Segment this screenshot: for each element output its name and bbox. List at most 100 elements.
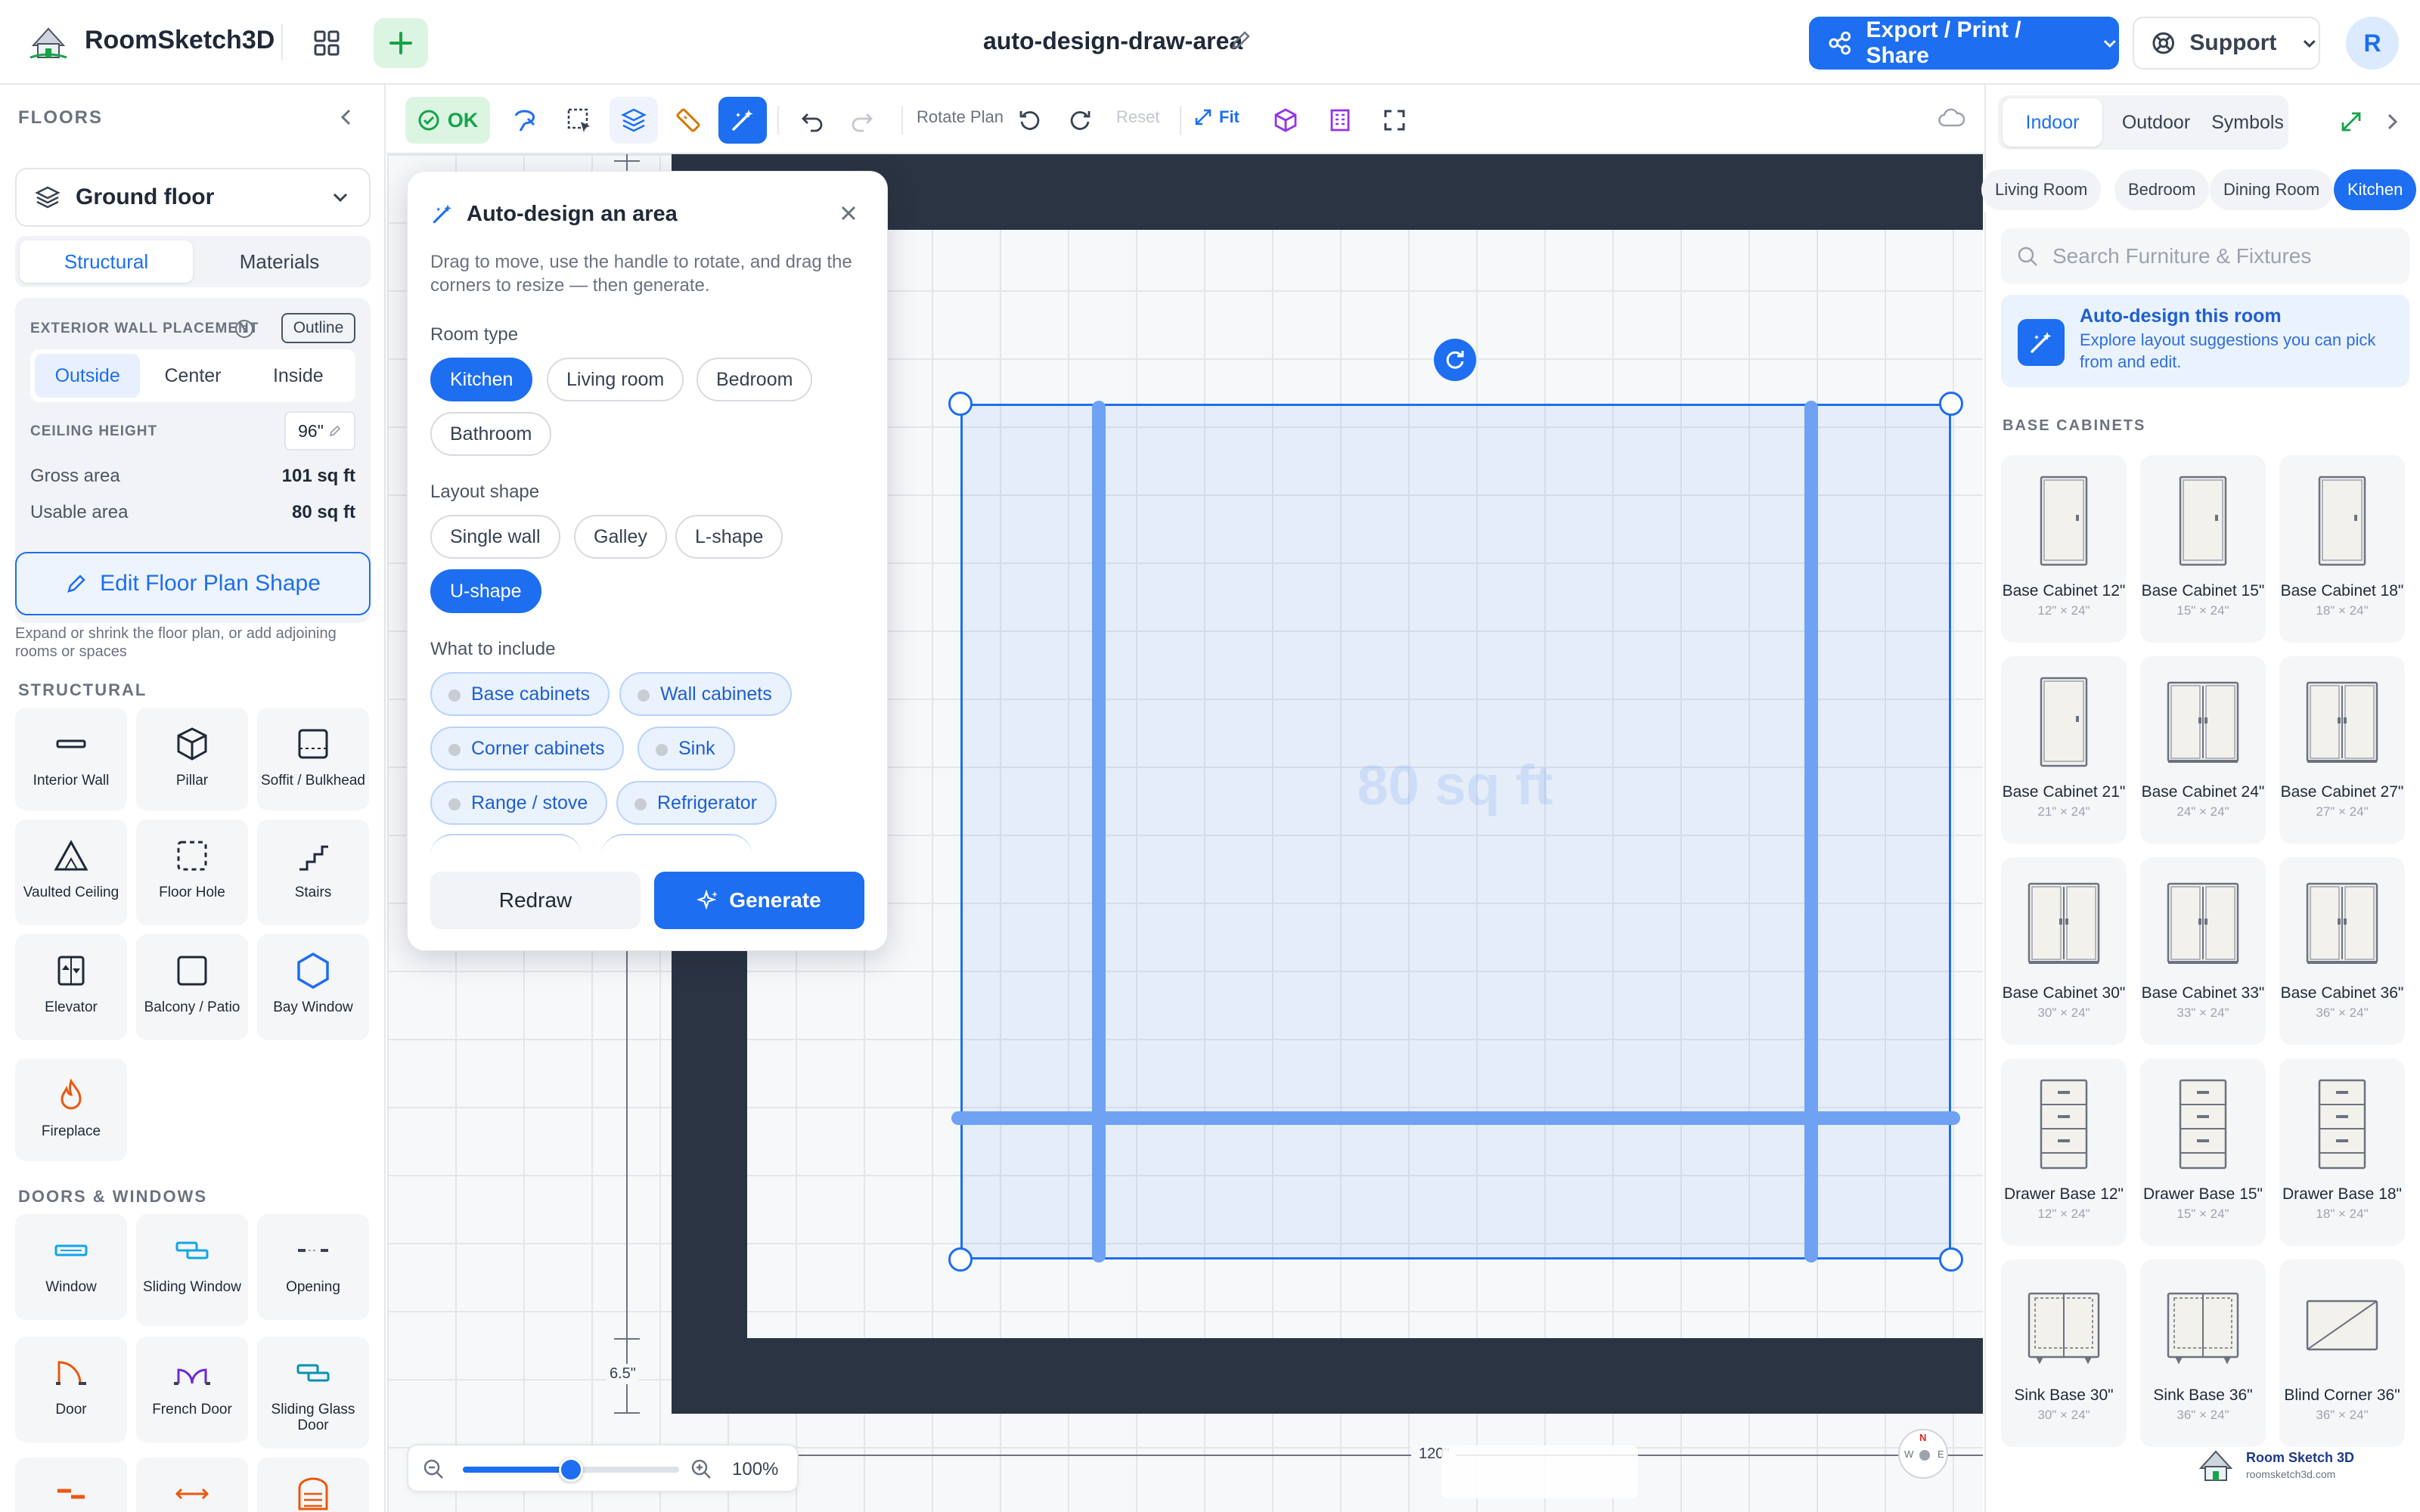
ceiling-height-input[interactable]: 96" [284, 411, 355, 451]
rename-pencil-icon[interactable] [1230, 29, 1252, 51]
tile-sliding-window[interactable]: Sliding Window [136, 1214, 248, 1326]
tile-sliding-glass-door[interactable]: Sliding Glass Door [257, 1337, 369, 1448]
room-type-kitchen[interactable]: Kitchen [430, 358, 533, 401]
include-range-stove[interactable]: Range / stove [430, 781, 608, 825]
layout-l-shape[interactable]: L-shape [675, 515, 783, 559]
tile-floor-hole[interactable]: Floor Hole [136, 820, 248, 925]
layout-single-wall[interactable]: Single wall [430, 515, 560, 559]
layout-galley[interactable]: Galley [574, 515, 667, 559]
outline-toggle[interactable]: Outline [281, 313, 355, 343]
select-area-button[interactable] [555, 97, 603, 144]
resize-handle-bottom-left[interactable] [948, 1247, 973, 1272]
fit-button[interactable]: Fit [1193, 107, 1239, 127]
redraw-button[interactable]: Redraw [430, 872, 641, 929]
new-project-button[interactable] [374, 18, 428, 68]
edit-floor-plan-shape-button[interactable]: Edit Floor Plan Shape [15, 552, 371, 615]
3d-view-button[interactable] [1261, 97, 1310, 144]
dashboard-button[interactable] [299, 18, 354, 68]
placement-center[interactable]: Center [140, 354, 245, 398]
zoom-slider-track[interactable] [463, 1458, 679, 1482]
tab-materials[interactable]: Materials [193, 240, 366, 283]
fullscreen-button[interactable] [1370, 97, 1419, 144]
tab-symbols[interactable]: Symbols [2205, 98, 2290, 147]
cabinet-card[interactable]: Base Cabinet 30" 30" × 24" [2001, 857, 2127, 1045]
zoom-in-icon[interactable] [690, 1458, 712, 1480]
room-type-living-room[interactable]: Living room [547, 358, 684, 401]
include-corner-cabinets[interactable]: Corner cabinets [430, 727, 625, 770]
include-refrigerator[interactable]: Refrigerator [616, 781, 777, 825]
rotate-cw-button[interactable] [1056, 97, 1104, 144]
cabinet-card[interactable]: Drawer Base 12" 12" × 24" [2001, 1058, 2127, 1246]
category-bedroom[interactable]: Bedroom [2114, 169, 2210, 210]
tile-interior-wall[interactable]: Interior Wall [15, 708, 127, 810]
tile-stairs[interactable]: Stairs [257, 820, 369, 925]
cabinet-card[interactable]: Base Cabinet 24" 24" × 24" [2140, 656, 2266, 844]
placement-inside[interactable]: Inside [246, 354, 351, 398]
tab-indoor[interactable]: Indoor [2003, 98, 2102, 147]
reset-button[interactable]: Reset [1116, 107, 1159, 127]
measure-button[interactable] [664, 97, 712, 144]
tile-vaulted-ceiling[interactable]: Vaulted Ceiling [15, 820, 127, 925]
tile-door[interactable]: Door [15, 1337, 127, 1442]
cabinet-card[interactable]: Sink Base 30" 30" × 24" [2001, 1259, 2127, 1447]
cabinet-card[interactable]: Base Cabinet 21" 21" × 24" [2001, 656, 2127, 844]
category-living-room[interactable]: Living Room [1981, 169, 2102, 210]
rotate-ccw-button[interactable] [1006, 97, 1054, 144]
cabinet-card[interactable]: Base Cabinet 33" 33" × 24" [2140, 857, 2266, 1045]
tile-bay-window[interactable]: Bay Window [257, 934, 369, 1040]
support-button[interactable]: Support [2133, 17, 2320, 70]
floor-select[interactable]: Ground floor [15, 168, 371, 227]
compass[interactable]: N W E [1898, 1429, 1948, 1479]
tile-balcony[interactable]: Balcony / Patio [136, 934, 248, 1040]
redo-button[interactable] [838, 97, 886, 144]
tile-elevator[interactable]: Elevator [15, 934, 127, 1040]
tile-opening[interactable]: Opening [257, 1214, 369, 1320]
project-title[interactable]: auto-design-draw-area [983, 27, 1243, 55]
collapse-sidebar-icon[interactable] [337, 106, 355, 129]
layers-button[interactable] [610, 97, 658, 144]
resize-handle-top-left[interactable] [948, 392, 973, 416]
zoom-out-icon[interactable] [422, 1458, 445, 1480]
tile-soffit[interactable]: Soffit / Bulkhead [257, 708, 369, 810]
placement-outside[interactable]: Outside [35, 354, 141, 398]
close-icon[interactable] [837, 202, 860, 225]
zoom-slider-thumb[interactable] [559, 1458, 583, 1482]
undo-button[interactable] [788, 97, 836, 144]
cabinet-card[interactable]: Sink Base 36" 36" × 24" [2140, 1259, 2266, 1447]
resize-handle-top-right[interactable] [1939, 392, 1963, 416]
expand-panel-icon[interactable] [2340, 110, 2363, 133]
collapse-panel-icon[interactable] [2384, 110, 2400, 133]
cabinet-card[interactable]: Drawer Base 15" 15" × 24" [2140, 1058, 2266, 1246]
tile-fireplace[interactable]: Fireplace [15, 1058, 127, 1161]
search-field[interactable]: Search Furniture & Fixtures [2001, 228, 2409, 284]
include-wall-cabinets[interactable]: Wall cabinets [619, 672, 792, 716]
tile-pillar[interactable]: Pillar [136, 708, 248, 810]
ok-button[interactable]: OK [405, 97, 490, 144]
room-type-bathroom[interactable]: Bathroom [430, 412, 552, 456]
export-print-share-button[interactable]: Export / Print / Share [1809, 17, 2119, 70]
cabinet-card[interactable]: Base Cabinet 27" 27" × 24" [2279, 656, 2405, 844]
cabinet-card[interactable]: Blind Corner 36" 36" × 24" [2279, 1259, 2405, 1447]
include-base-cabinets[interactable]: Base cabinets [430, 672, 610, 716]
building-view-button[interactable] [1316, 97, 1364, 144]
category-dining-room[interactable]: Dining Room [2210, 169, 2334, 210]
tab-structural[interactable]: Structural [20, 240, 193, 283]
wall-bottom[interactable] [672, 1338, 1983, 1414]
auto-design-area-selection[interactable] [960, 404, 1951, 1259]
include-sink[interactable]: Sink [638, 727, 735, 770]
tile-window[interactable]: Window [15, 1214, 127, 1320]
cabinet-card[interactable]: Base Cabinet 36" 36" × 24" [2279, 857, 2405, 1045]
resize-handle-bottom-right[interactable] [1939, 1247, 1963, 1272]
generate-button[interactable]: Generate [654, 872, 864, 929]
room-type-bedroom[interactable]: Bedroom [697, 358, 813, 401]
user-avatar[interactable]: R [2346, 17, 2399, 70]
tile-more-2[interactable] [136, 1458, 248, 1512]
tile-more-3[interactable] [257, 1458, 369, 1512]
tile-more-1[interactable] [15, 1458, 127, 1512]
cloud-sync-icon[interactable] [1938, 106, 1965, 130]
tile-french-door[interactable]: French Door [136, 1337, 248, 1442]
cabinet-card[interactable]: Base Cabinet 15" 15" × 24" [2140, 455, 2266, 643]
help-icon[interactable]: ? [234, 319, 254, 339]
cabinet-card[interactable]: Base Cabinet 12" 12" × 24" [2001, 455, 2127, 643]
magic-select-button[interactable] [501, 97, 549, 144]
